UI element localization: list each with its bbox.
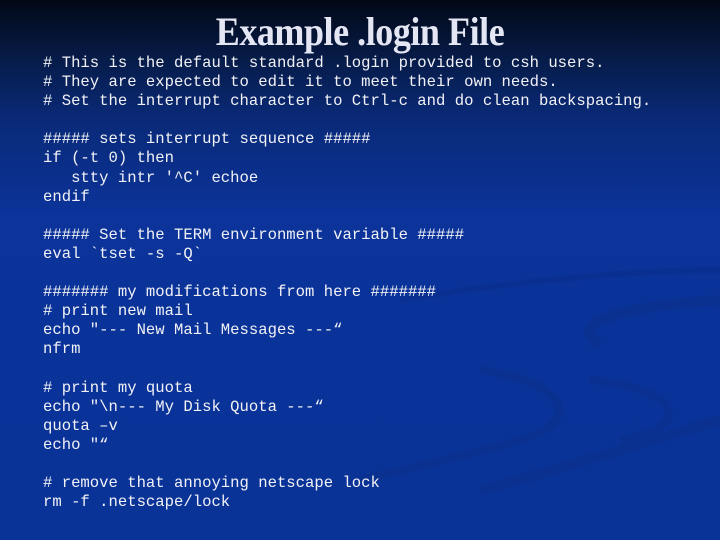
code-line: echo "\n--- My Disk Quota ---“ (43, 397, 324, 416)
code-line: stty intr '^C' echoe (43, 168, 259, 187)
code-line: # They are expected to edit it to meet t… (43, 73, 558, 92)
code-line: ####### my modifications from here #####… (43, 283, 437, 302)
code-line: rm -f .netscape/lock (43, 493, 231, 512)
code-line: if (-t 0) then (43, 149, 175, 168)
code-block: # This is the default standard .login pr… (43, 54, 651, 512)
code-line: ##### sets interrupt sequence ##### (43, 130, 371, 149)
code-line: endif (43, 187, 90, 206)
code-line: eval `tset -s -Q` (43, 244, 203, 263)
code-line: # print new mail (43, 302, 193, 321)
code-line: echo "--- New Mail Messages ---“ (43, 321, 343, 340)
code-line: echo "“ (43, 435, 109, 454)
code-line: nfrm (43, 340, 81, 359)
code-line: # print my quota (43, 378, 193, 397)
code-line: # This is the default standard .login pr… (43, 54, 605, 72)
slide-title: Example .login File (215, 9, 505, 54)
code-line: quota –v (43, 416, 118, 435)
code-line: # Set the interrupt character to Ctrl-c … (43, 92, 652, 111)
code-line: ##### Set the TERM environment variable … (43, 225, 465, 244)
code-line: # remove that annoying netscape lock (43, 474, 380, 493)
